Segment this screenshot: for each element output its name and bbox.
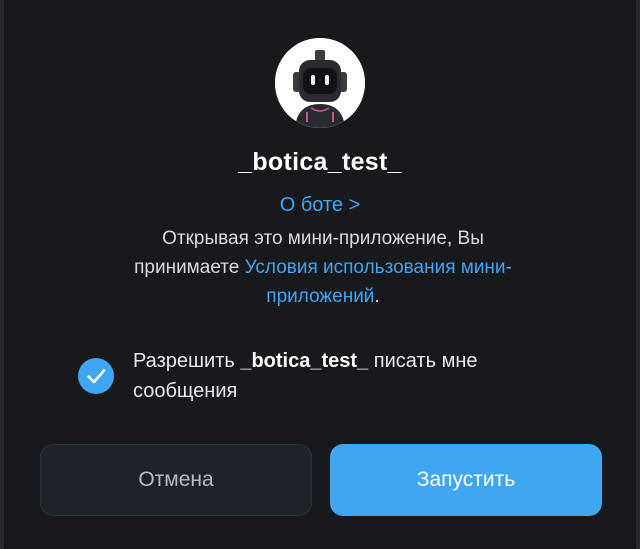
about-bot-link[interactable]: О боте > <box>4 194 636 217</box>
robot-avatar-icon <box>275 38 365 128</box>
underlying-window-edge-right <box>636 0 640 549</box>
bot-avatar <box>275 38 365 128</box>
bot-name: _botica_test_ <box>238 148 402 176</box>
permission-bot-name: _botica_test_ <box>240 350 369 372</box>
cancel-button[interactable]: Отмена <box>40 444 312 516</box>
check-icon[interactable] <box>78 358 114 394</box>
allow-messages-label: Разрешить _botica_test_ писать мне сообщ… <box>133 346 573 406</box>
launch-button[interactable]: Запустить <box>330 444 602 516</box>
mini-app-launch-dialog: _botica_test_ О боте > Открывая это мини… <box>4 0 636 549</box>
terms-text: Открывая это мини-приложение, Вы принима… <box>88 224 558 311</box>
allow-messages-checkbox[interactable]: Разрешить _botica_test_ писать мне сообщ… <box>78 346 578 408</box>
terms-suffix: . <box>374 286 380 307</box>
permission-text-before: Разрешить <box>133 350 241 372</box>
terms-prefix-line1: Открывая это мини-приложение, Вы <box>162 228 484 249</box>
terms-prefix-line2: принимаете <box>134 257 245 278</box>
